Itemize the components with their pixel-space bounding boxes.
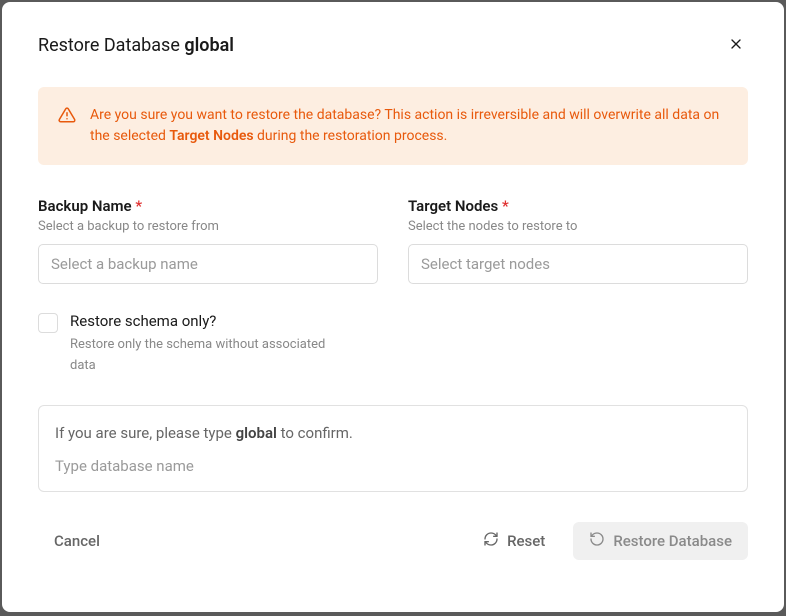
confirm-text-after: to confirm. [277, 424, 353, 442]
restore-database-button[interactable]: Restore Database [573, 522, 748, 560]
warning-text-after: during the restoration process. [254, 128, 448, 144]
backup-name-hint: Select a backup to restore from [38, 219, 378, 234]
required-asterisk: * [502, 197, 509, 215]
warning-icon [58, 106, 76, 147]
warning-banner: Are you sure you want to restore the dat… [38, 87, 748, 165]
target-nodes-label: Target Nodes * [408, 197, 748, 215]
confirm-text: If you are sure, please type global to c… [55, 424, 731, 442]
confirm-text-before: If you are sure, please type [55, 424, 236, 442]
backup-name-label: Backup Name * [38, 197, 378, 215]
schema-only-label: Restore schema only? [70, 312, 350, 330]
target-nodes-hint: Select the nodes to restore to [408, 219, 748, 234]
modal-header: Restore Database global [38, 32, 748, 59]
backup-name-group: Backup Name * Select a backup to restore… [38, 197, 378, 284]
warning-text: Are you sure you want to restore the dat… [90, 105, 728, 147]
close-icon [728, 36, 744, 55]
target-nodes-select-wrapper: Select target nodes [408, 244, 748, 284]
cancel-button[interactable]: Cancel [38, 523, 116, 559]
schema-only-checkbox[interactable] [38, 313, 58, 333]
reset-button-label: Reset [507, 532, 545, 550]
schema-only-label-group: Restore schema only? Restore only the sc… [70, 312, 350, 375]
title-prefix: Restore Database [38, 35, 184, 56]
footer-right: Reset Restore Database [467, 522, 748, 560]
warning-text-strong: Target Nodes [169, 128, 253, 144]
confirm-box: If you are sure, please type global to c… [38, 405, 748, 492]
confirm-text-strong: global [236, 424, 277, 442]
restore-database-modal: Restore Database global Are you sure you… [2, 2, 784, 612]
target-nodes-placeholder: Select target nodes [421, 255, 550, 273]
title-database-name: global [184, 35, 234, 56]
modal-title: Restore Database global [38, 35, 234, 56]
form-row: Backup Name * Select a backup to restore… [38, 197, 748, 284]
target-nodes-group: Target Nodes * Select the nodes to resto… [408, 197, 748, 284]
restore-icon [589, 531, 605, 551]
refresh-icon [483, 531, 499, 551]
reset-button[interactable]: Reset [467, 522, 561, 560]
confirm-input[interactable] [55, 457, 731, 475]
backup-name-select-wrapper: Select a backup name [38, 244, 378, 284]
backup-name-placeholder: Select a backup name [51, 255, 198, 273]
schema-only-hint: Restore only the schema without associat… [70, 337, 325, 373]
schema-only-row: Restore schema only? Restore only the sc… [38, 312, 748, 375]
backup-name-select[interactable]: Select a backup name [38, 244, 378, 284]
restore-button-label: Restore Database [613, 532, 732, 550]
close-button[interactable] [724, 32, 748, 59]
target-nodes-select[interactable]: Select target nodes [408, 244, 748, 284]
cancel-button-label: Cancel [54, 532, 100, 550]
modal-footer: Cancel Reset [38, 522, 748, 560]
required-asterisk: * [135, 197, 142, 215]
